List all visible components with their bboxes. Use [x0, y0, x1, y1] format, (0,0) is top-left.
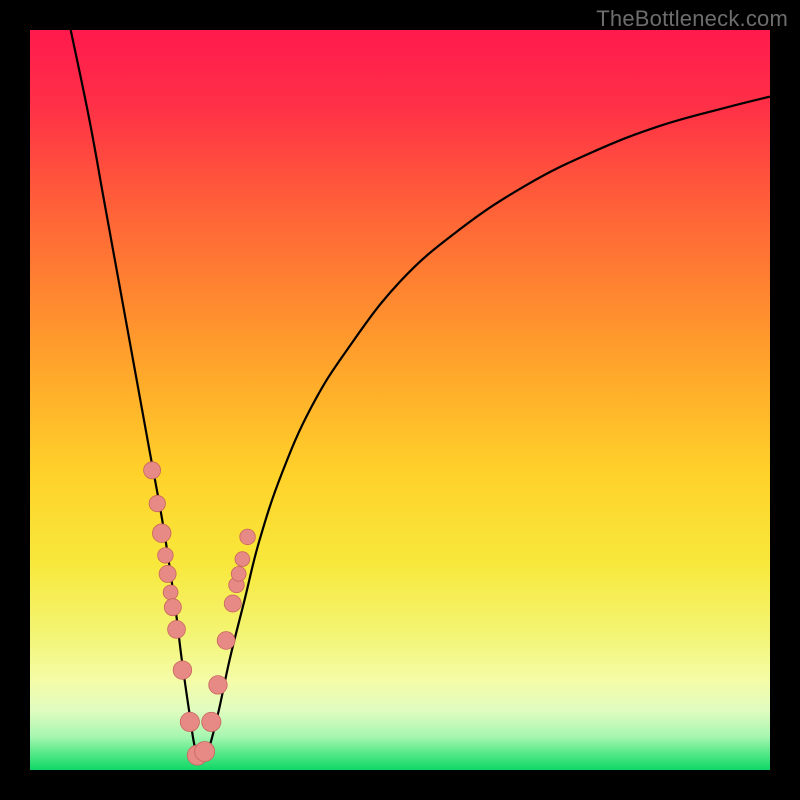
sample-point — [168, 621, 186, 639]
bottleneck-curve — [71, 30, 770, 763]
sample-point — [224, 595, 241, 612]
chart-svg — [30, 30, 770, 770]
sample-point — [164, 599, 181, 616]
sample-point — [159, 565, 176, 582]
sample-point — [144, 462, 161, 479]
sample-point — [173, 661, 192, 680]
sample-point — [209, 676, 228, 695]
sample-point — [163, 585, 178, 600]
sample-point — [158, 548, 174, 564]
sample-point — [217, 632, 235, 650]
sample-point — [195, 742, 215, 762]
chart-frame: TheBottleneck.com — [0, 0, 800, 800]
sample-point — [149, 495, 165, 511]
sample-point — [231, 567, 246, 582]
watermark-text: TheBottleneck.com — [596, 6, 788, 32]
sample-point — [152, 524, 171, 543]
sample-points-group — [144, 462, 256, 765]
sample-point — [235, 552, 250, 567]
sample-point — [180, 712, 199, 731]
sample-point — [240, 529, 256, 545]
sample-point — [202, 712, 221, 731]
plot-area — [30, 30, 770, 770]
